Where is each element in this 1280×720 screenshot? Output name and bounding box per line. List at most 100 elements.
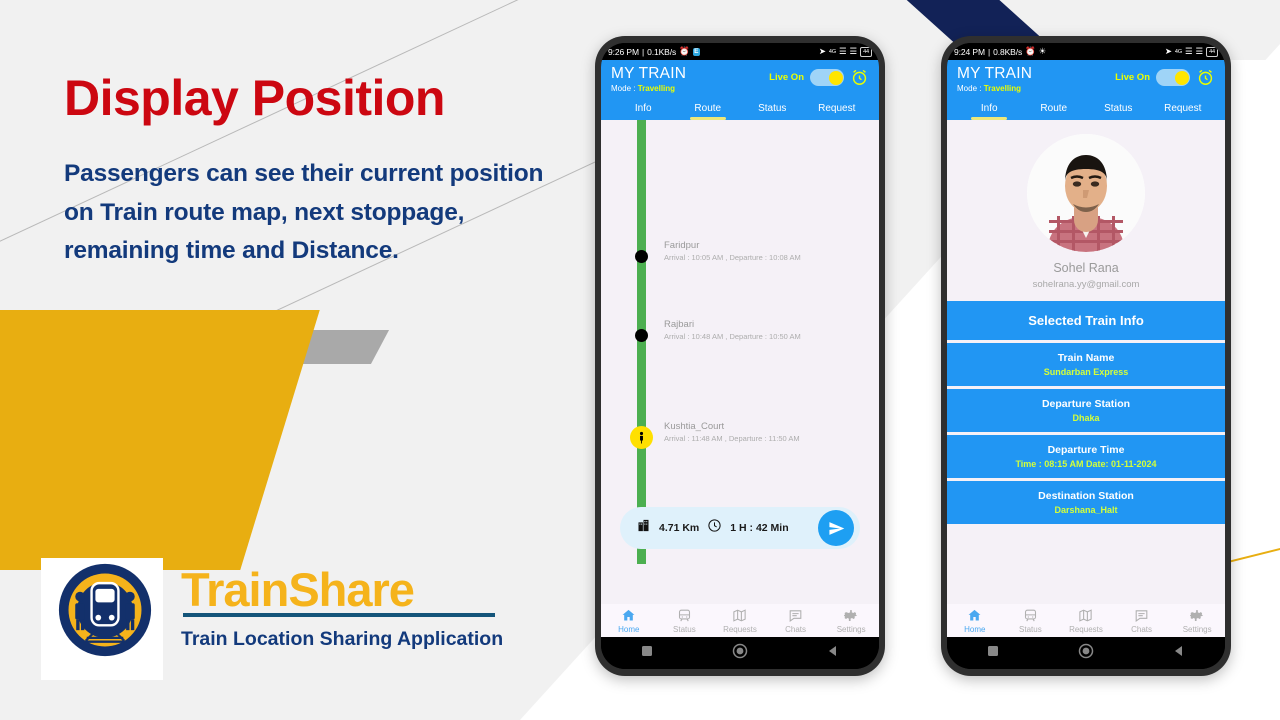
stop-dot-icon [635,250,648,263]
alarm-clock-icon[interactable] [1196,68,1215,87]
back-triangle-icon[interactable] [827,644,839,662]
location-arrow-icon: ➤ [1164,46,1172,56]
tab-status[interactable]: Status [740,99,805,120]
nav-label: Chats [1131,625,1153,634]
promo-description: Passengers can see their current positio… [64,160,544,265]
nav-item-requests[interactable]: Requests [1058,608,1114,634]
square-icon[interactable] [641,644,653,662]
card-key: Destination Station [1038,490,1134,502]
card-value: Dhaka [1072,413,1100,423]
card-train-name[interactable]: Train Name Sundarban Express [947,343,1225,386]
android-system-nav[interactable] [601,637,879,669]
card-departure-station[interactable]: Departure Station Dhaka [947,389,1225,432]
app-badge-icon: ☀ [1038,46,1047,56]
nav-label: Settings [836,625,866,634]
eta-distance: 4.71 Km [659,522,700,534]
send-icon[interactable] [818,510,854,546]
train-icon [678,609,690,622]
bottom-nav[interactable]: Home Status Requests Chats Settings [601,604,879,637]
nav-label: Requests [723,625,757,634]
nav-label: Home [964,625,986,634]
battery-indicator: 44 [860,46,872,57]
home-icon [968,609,981,621]
android-system-nav[interactable] [947,637,1225,669]
live-toggle[interactable] [810,69,844,86]
mode-value: Travelling [637,84,676,93]
eta-bar: 4.71 Km 1 H : 42 Min [620,507,860,549]
bottom-nav[interactable]: Home Status Requests Chats Settings [947,604,1225,637]
nav-label: Status [673,625,696,634]
nav-item-chats[interactable]: Chats [1114,608,1170,634]
stop-name: Kushtia_Court [664,421,725,432]
toggle-knob [828,70,843,85]
tab-bar[interactable]: Info Route Status Request [957,99,1215,120]
status-separator: | [641,46,645,57]
nav-item-settings[interactable]: Settings [823,608,879,634]
nav-item-requests[interactable]: Requests [712,608,768,634]
tab-request[interactable]: Request [1151,99,1216,120]
mode-value: Travelling [983,84,1022,93]
status-net-speed: 0.8KB/s [993,46,1023,57]
circle-icon[interactable] [732,643,748,664]
card-departure-time[interactable]: Departure Time Time : 08:15 AM Date: 01-… [947,435,1225,478]
chat-icon [789,610,802,622]
clock-icon [707,518,722,538]
chat-icon [1135,610,1148,622]
circle-icon[interactable] [1078,643,1094,664]
card-destination-station[interactable]: Destination Station Darshana_Halt [947,481,1225,524]
nav-item-settings[interactable]: Settings [1169,608,1225,634]
tab-bar[interactable]: Info Route Status Request [611,99,869,120]
tab-info[interactable]: Info [611,99,676,120]
tab-route[interactable]: Route [676,99,741,120]
location-arrow-icon: ➤ [818,46,826,56]
status-net-speed: 0.1KB/s [647,46,677,57]
live-toggle[interactable] [1156,69,1190,86]
nav-item-status[interactable]: Status [1003,608,1059,634]
tab-info[interactable]: Info [957,99,1022,120]
map-icon [733,609,747,622]
status-time: 9:24 PM [954,46,985,57]
alarm-clock-icon[interactable] [850,68,869,87]
nav-item-status[interactable]: Status [657,608,713,634]
nav-label: Chats [785,625,807,634]
status-bar: 9:24 PM | 0.8KB/s ⏰ ☀ ➤ 4G ☰ ☰ 44 [947,43,1225,60]
nav-label: Home [618,625,640,634]
gear-icon [1189,610,1203,621]
tab-route[interactable]: Route [1022,99,1087,120]
nav-item-home[interactable]: Home [601,608,657,634]
page-title: Display Position [64,70,445,126]
status-bar: 9:26 PM | 0.1KB/s ⏰ E ➤ 4G ☰ ☰ 44 [601,43,879,60]
profile-name: Sohel Rana [1053,261,1119,275]
card-key: Departure Time [1047,444,1125,456]
phone-mockup-info: 9:24 PM | 0.8KB/s ⏰ ☀ ➤ 4G ☰ ☰ 44 MY TRA… [941,36,1231,676]
stop-times: Arrival : 11:48 AM , Departure : 11:50 A… [664,434,800,443]
status-separator: | [987,46,991,57]
app-bar: MY TRAIN Mode : Travelling Live On Info … [947,60,1225,120]
tab-request[interactable]: Request [805,99,870,120]
eta-duration: 1 H : 42 Min [730,522,789,534]
info-screen: Sohel Rana sohelrana.yy@gmail.com Select… [947,120,1225,604]
train-station-icon [636,518,651,538]
mode-label: Mode : [957,84,984,93]
stop-name: Rajbari [664,319,695,330]
square-icon[interactable] [987,644,999,662]
stop-times: Arrival : 10:48 AM , Departure : 10:50 A… [664,332,801,341]
alarm-icon: ⏰ [1025,46,1036,56]
app-mode: Mode : Travelling [957,84,1032,93]
selected-train-info-list: Selected Train Info Train Name Sundarban… [947,301,1225,524]
mode-label: Mode : [611,84,638,93]
back-triangle-icon[interactable] [1173,644,1185,662]
nav-item-home[interactable]: Home [947,608,1003,634]
tab-status[interactable]: Status [1086,99,1151,120]
signal-bars-icon-2: ☰ [1195,46,1204,56]
nav-label: Requests [1069,625,1103,634]
nav-item-chats[interactable]: Chats [768,608,824,634]
app-mode: Mode : Travelling [611,84,686,93]
card-value: Sundarban Express [1043,367,1129,377]
alarm-icon: ⏰ [679,46,690,56]
trainshare-logo-icon [57,562,153,658]
current-position-person-icon [630,426,653,449]
nav-label: Status [1019,625,1042,634]
stop-dot-icon [635,329,648,342]
status-time: 9:26 PM [608,46,639,57]
